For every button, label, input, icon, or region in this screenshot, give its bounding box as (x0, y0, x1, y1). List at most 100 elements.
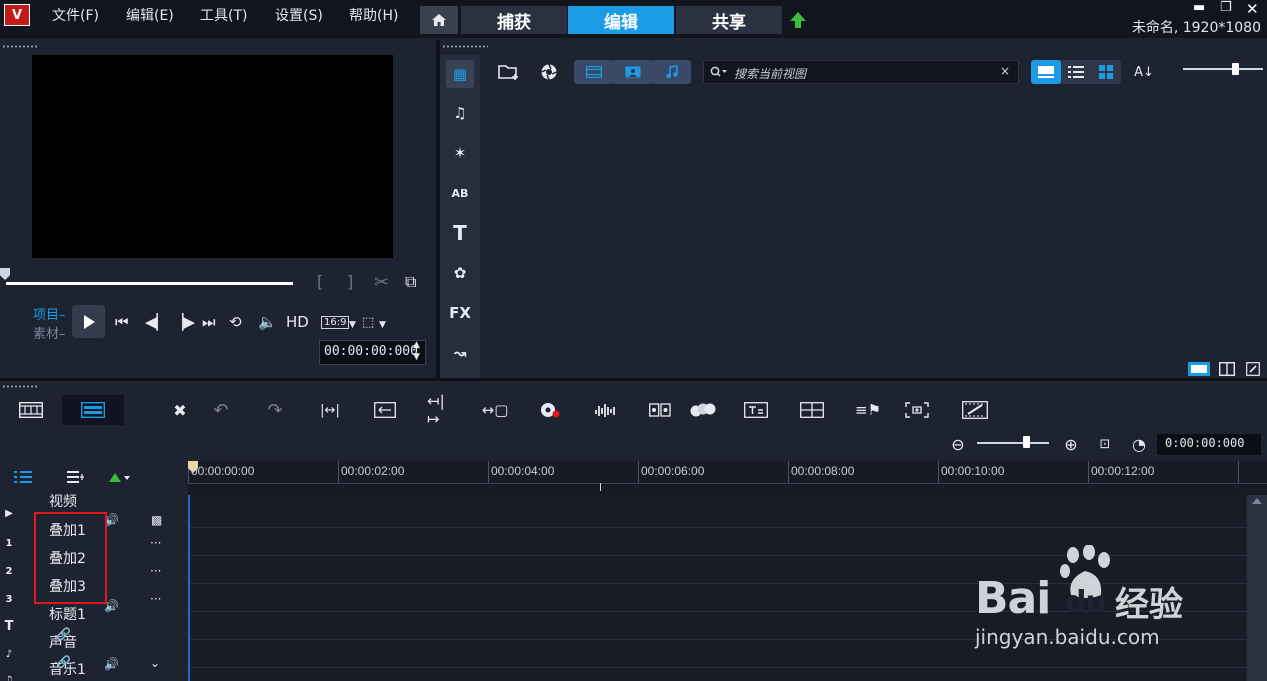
track-overlay-3-more-icon[interactable]: ··· (150, 592, 161, 606)
minimize-icon[interactable]: ▬ (1193, 0, 1205, 15)
import-media-button[interactable] (536, 60, 562, 84)
list-view-button[interactable] (1061, 60, 1091, 84)
menu-file[interactable]: 文件(F) (52, 5, 99, 25)
redo-icon[interactable]: ↷ (262, 398, 288, 422)
play-button[interactable] (72, 305, 105, 338)
thumbnail-size-knob[interactable] (1232, 63, 1239, 75)
aspect-ratio-button[interactable]: 16:9 (321, 316, 350, 329)
playhead-line[interactable] (188, 495, 190, 681)
zoom-in-icon[interactable]: ⊕ (1058, 432, 1084, 456)
audio-icon[interactable]: ♫ (446, 99, 474, 127)
menu-edit[interactable]: 编辑(E) (126, 5, 174, 25)
audio-mixer-icon[interactable] (592, 398, 618, 422)
show-video-button[interactable] (574, 60, 613, 84)
mask-creator-icon[interactable] (962, 398, 988, 422)
fit-timeline-icon[interactable]: |↔| (317, 398, 343, 422)
track-overlay-1-more-icon[interactable]: ··· (150, 536, 161, 550)
tab-share[interactable]: 共享 (676, 6, 782, 34)
timeline-grip[interactable] (2, 385, 38, 388)
media-icon[interactable]: ▦ (446, 60, 474, 88)
mark-out-button[interactable]: ] (347, 272, 353, 291)
go-to-start-icon[interactable]: ⏮ (115, 313, 129, 331)
thumbnail-size-slider[interactable] (1183, 68, 1263, 70)
multi-camera-icon[interactable] (647, 398, 673, 422)
track-overlay-2-more-icon[interactable]: ··· (150, 564, 161, 578)
track-music-link-icon[interactable]: 🔗 (56, 655, 71, 669)
track-manager-icon[interactable] (13, 470, 33, 484)
previous-frame-icon[interactable]: ◀▏ (145, 313, 168, 331)
filter-icon[interactable]: FX (446, 299, 474, 327)
hd-button[interactable]: HD (286, 313, 309, 331)
trim-icon[interactable]: ↔▢ (482, 398, 509, 422)
track-music-expand-icon[interactable]: ⌄ (150, 656, 160, 670)
track-music-mute-icon[interactable]: 🔊 (104, 657, 119, 671)
restore-icon[interactable]: ❐ (1220, 0, 1232, 15)
crop-icon[interactable]: ⬚ (362, 315, 374, 330)
tab-capture[interactable]: 捕获 (461, 6, 567, 34)
storyboard-view-toggle[interactable] (0, 395, 62, 425)
go-to-end-icon[interactable]: ⏭ (202, 313, 216, 331)
mode-project[interactable]: 项目– (33, 304, 66, 323)
player-timecode[interactable]: 00:00:00:000 (319, 340, 426, 365)
scrubber-handle[interactable] (0, 268, 10, 280)
graphics-icon[interactable]: ✿ (446, 259, 474, 287)
scroll-up-icon[interactable] (1252, 498, 1262, 504)
instant-project-icon[interactable]: ✶ (446, 139, 474, 167)
zoom-out-icon[interactable]: ⊖ (945, 432, 971, 456)
ripple-edit-icon[interactable] (372, 398, 398, 422)
clear-search-icon[interactable]: × (1000, 64, 1010, 78)
add-marker-icon[interactable] (108, 472, 130, 484)
chapter-cue-icon[interactable] (66, 470, 86, 484)
sort-button[interactable]: A↓ (1133, 60, 1155, 84)
record-capture-icon[interactable] (537, 398, 563, 422)
transition-icon[interactable]: AB (446, 179, 474, 207)
show-audio-button[interactable] (652, 60, 691, 84)
timeline-ruler[interactable]: 00:00:00:00 00:00:02:00 00:00:04:00 00:0… (188, 461, 1267, 495)
track-voice-link-icon[interactable]: 🔗 (56, 627, 71, 641)
timeline-timecode[interactable]: 0:00:00:000 (1157, 434, 1261, 455)
scissors-icon[interactable]: ✂ (374, 272, 389, 293)
menu-help[interactable]: 帮助(H) (349, 5, 398, 25)
crop-dropdown-icon[interactable]: ▼ (379, 320, 386, 330)
repeat-icon[interactable]: ⟲ (229, 313, 242, 331)
volume-icon[interactable]: 🔈 (258, 313, 277, 331)
mode-clip[interactable]: 素材– (33, 323, 66, 342)
timecode-stepper-icon[interactable]: ▲ ▼ (413, 339, 420, 363)
next-frame-icon[interactable]: ▕▶ (172, 313, 195, 331)
mark-in-button[interactable]: [ (317, 272, 323, 291)
home-button[interactable] (420, 6, 458, 34)
undo-icon[interactable]: ↶ (208, 398, 234, 422)
upgrade-arrow-icon[interactable] (788, 10, 808, 30)
search-field[interactable]: 搜索当前视图 × (703, 60, 1019, 84)
menu-tools[interactable]: 工具(T) (200, 5, 247, 25)
menu-settings[interactable]: 设置(S) (275, 5, 323, 25)
tools-icon[interactable]: ✖ (167, 398, 193, 422)
grid-view-button[interactable] (1091, 60, 1121, 84)
timeline-view-toggle[interactable] (62, 395, 124, 425)
library-panel-icon[interactable] (1188, 362, 1210, 376)
split-icon[interactable]: ↤|↦ (427, 392, 453, 428)
add-folder-button[interactable] (496, 60, 522, 84)
tab-edit[interactable]: 编辑 (568, 6, 674, 34)
motion-tracking-icon[interactable] (690, 398, 716, 422)
scrub-bar[interactable] (6, 282, 293, 285)
library-grip[interactable] (442, 45, 488, 48)
track-video-ripple-icon[interactable]: ▩ (151, 513, 162, 527)
ruler-label: 00:00:12:00 (1091, 464, 1155, 478)
timeline-zoom-slider[interactable] (977, 442, 1049, 444)
timeline-zoom-knob[interactable] (1023, 436, 1030, 448)
aspect-dropdown-icon[interactable]: ▼ (349, 320, 356, 330)
options-panel-icon[interactable] (1219, 362, 1235, 376)
title-icon[interactable]: T (446, 219, 474, 247)
storyboard-view-button[interactable] (1031, 60, 1061, 84)
speed-time-remap-icon[interactable]: ≡⚑ (855, 398, 881, 422)
enlarge-preview-icon[interactable]: ⧉ (405, 272, 416, 292)
edit-panel-icon[interactable] (1246, 362, 1260, 376)
close-icon[interactable]: ✕ (1246, 0, 1259, 18)
pan-zoom-icon[interactable] (904, 398, 930, 422)
fit-project-icon[interactable]: ⊡ (1092, 432, 1118, 456)
subtitle-editor-icon[interactable] (743, 398, 769, 422)
panel-grip[interactable] (2, 45, 38, 48)
show-photo-button[interactable] (613, 60, 652, 84)
split-screen-icon[interactable] (799, 398, 825, 422)
